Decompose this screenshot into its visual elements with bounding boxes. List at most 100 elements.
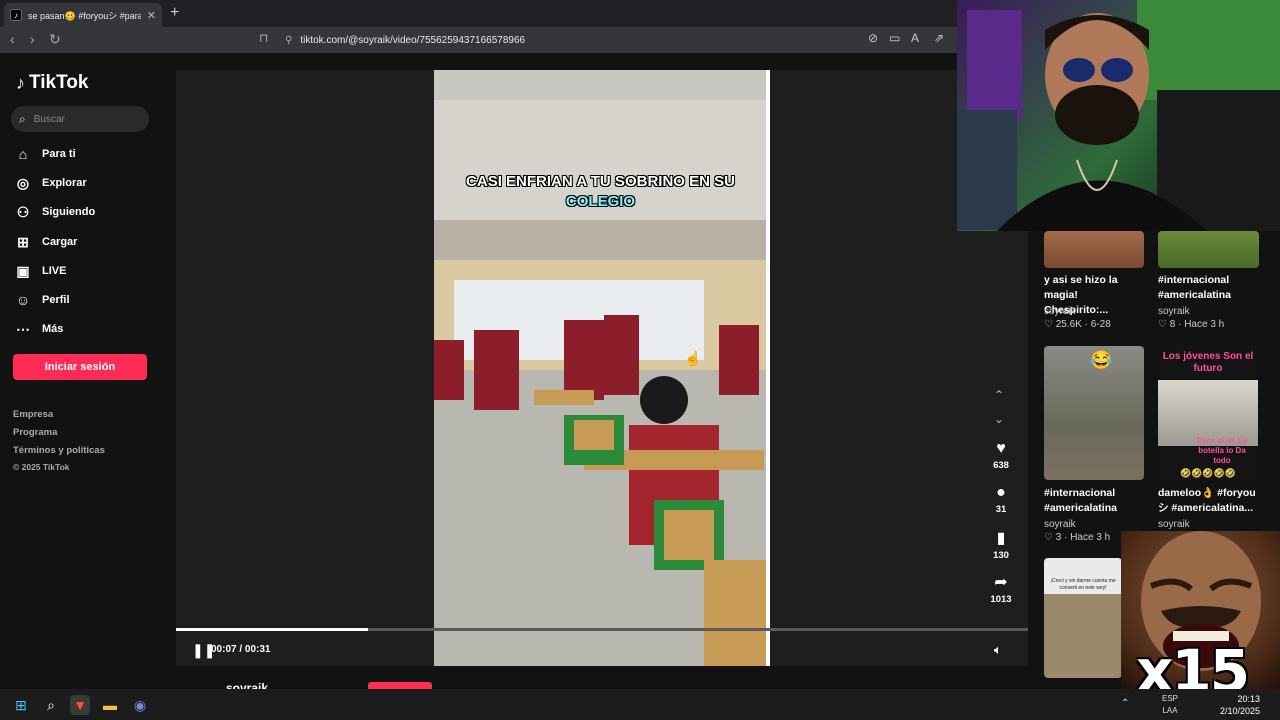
upload-icon: ⊞ (17, 233, 29, 250)
save-count: 130 (993, 550, 1009, 561)
compass-icon: ◎ (16, 174, 30, 191)
card-user[interactable]: soyraik (1044, 306, 1076, 317)
share-count: 1013 (990, 594, 1012, 605)
video-caption: CASI ENFRIAN A TU SOBRINO EN SU COLEGIO (434, 172, 767, 212)
show-hidden-icons-icon[interactable]: ⌃ (1121, 698, 1129, 709)
card-likes: 25.6K (1055, 319, 1082, 330)
nav-label: Más (42, 323, 64, 335)
file-explorer-icon[interactable]: ▬ (100, 695, 120, 715)
nav-siguiendo[interactable]: ⚇ Siguiendo (14, 203, 95, 221)
reload-icon[interactable]: ↻ (49, 31, 61, 48)
translate-icon[interactable]: A (911, 31, 919, 45)
caption-line-2: COLEGIO (565, 193, 636, 210)
comment-count: 31 (995, 504, 1007, 515)
clock-time: 20:13 (1237, 694, 1261, 704)
close-tab-icon[interactable]: ✕ (147, 9, 156, 22)
card-user[interactable]: soyraik (1158, 306, 1190, 317)
card-date: Hace 3 h (1184, 319, 1225, 330)
share-page-icon[interactable]: ⇗ (934, 31, 944, 45)
card-title[interactable]: dameloo👌 #foryou シ #americalatina... (1158, 486, 1258, 516)
streamer-webcam (957, 0, 1280, 231)
following-icon: ⚇ (16, 203, 30, 220)
taskbar-clock[interactable]: 20:13 2/10/2025 (1220, 693, 1260, 717)
tiktok-logo-text: TikTok (29, 72, 89, 93)
cast-icon[interactable]: ▭ (889, 31, 900, 45)
video-frame[interactable] (434, 70, 767, 666)
webcam-overlay (957, 0, 1280, 231)
live-icon: ▣ (16, 262, 30, 279)
nav-cargar[interactable]: ⊞ Cargar (14, 233, 77, 251)
site-info-icon[interactable]: ⚲ (285, 35, 292, 46)
footer-link-empresa[interactable]: Empresa (13, 409, 53, 420)
input-language-indicator[interactable]: ESP LAA (1162, 693, 1178, 717)
card-date: 6-28 (1090, 319, 1111, 330)
brave-browser-icon[interactable]: ▼ (70, 695, 90, 715)
language-code: ESP (1162, 694, 1179, 703)
classroom-scene (434, 70, 767, 666)
thumbnail-subcaption: Pero el de La botella lo Da todo (1197, 436, 1247, 465)
comment-icon: ● (996, 484, 1006, 501)
save-action[interactable]: ▮ 130 (986, 528, 1016, 561)
nav-label: Perfil (42, 294, 70, 306)
share-action[interactable]: ➦ 1013 (986, 572, 1016, 605)
video-thumbnail[interactable] (1044, 231, 1144, 268)
url-field[interactable]: ⚲ tiktok.com/@soyraik/video/755625943716… (255, 30, 955, 50)
card-title[interactable]: #internacional #americalatina (1158, 273, 1258, 303)
nav-label: Para ti (42, 148, 76, 160)
card-title[interactable]: #internacional #americalatina (1044, 486, 1144, 516)
nav-para-ti[interactable]: ⌂ Para ti (14, 145, 76, 163)
windows-start-icon[interactable]: ⊞ (11, 695, 31, 715)
nav-label: Siguiendo (42, 206, 96, 218)
footer-link-terminos[interactable]: Términos y políticas (13, 445, 105, 456)
clock-date: 2/10/2025 (1220, 706, 1261, 716)
footer-link-programa[interactable]: Programa (13, 427, 57, 438)
nav-mas[interactable]: ⋯ Más (14, 320, 63, 338)
nav-label: Explorar (42, 177, 87, 189)
like-action[interactable]: ♥ 638 (986, 440, 1016, 471)
card-user[interactable]: soyraik (1158, 519, 1190, 530)
volume-icon[interactable]: 🔈︎ (994, 642, 1002, 658)
heart-outline-icon: ♡ (1158, 319, 1167, 330)
nav-perfil[interactable]: ☺ Perfil (14, 291, 70, 309)
chevron-up-icon[interactable]: ⌃ (994, 388, 1004, 402)
taskbar-search-icon[interactable]: ⌕ (41, 695, 61, 715)
browser-tab[interactable]: ♪ se pasan🥴 #foryouシ #parati ✕ (4, 3, 162, 27)
tracking-off-icon[interactable]: ⊘ (868, 31, 878, 45)
tab-title: se pasan🥴 #foryouシ #parati (28, 10, 141, 21)
card-likes: 8 (1169, 319, 1176, 330)
login-button[interactable]: Iniciar sesión (13, 354, 147, 380)
card-user[interactable]: soyraik (1044, 519, 1076, 530)
copyright-text: © 2025 TikTok (13, 462, 70, 472)
discord-icon[interactable]: ◉ (130, 695, 150, 715)
video-thumbnail[interactable] (1158, 231, 1259, 268)
chevron-down-icon[interactable]: ⌄ (994, 412, 1004, 426)
card-meta: ♡ 8 · Hace 3 h (1158, 319, 1225, 330)
share-icon: ➦ (994, 574, 1008, 591)
heart-icon: ♥ (996, 440, 1006, 457)
card-meta: ♡ 25.6K · 6-28 (1044, 319, 1111, 330)
thumbnail-caption: Los jóvenes Son el futuro (1162, 351, 1254, 374)
video-edge (766, 70, 770, 666)
nav-live[interactable]: ▣ LIVE (14, 262, 66, 280)
back-icon[interactable]: ‹ (10, 31, 15, 47)
video-thumbnail[interactable]: ¡Creci y sin darme cuenta me converti en… (1044, 558, 1122, 678)
search-input[interactable]: ⌕ Buscar (11, 106, 149, 132)
tiktok-favicon-icon: ♪ (10, 9, 22, 21)
home-icon: ⌂ (18, 146, 28, 162)
more-icon: ⋯ (16, 320, 30, 337)
new-tab-button[interactable]: + (170, 4, 179, 22)
tiktok-logo[interactable]: ♪ TikTok (16, 72, 88, 94)
search-icon: ⌕ (19, 111, 26, 126)
forward-icon[interactable]: › (30, 31, 35, 47)
tiktok-logo-icon: ♪ (16, 72, 25, 93)
video-thumbnail[interactable]: 😂 (1044, 346, 1144, 480)
playback-time: 00:07 / 00:31 (211, 644, 271, 655)
heart-outline-icon: ♡ (1044, 532, 1053, 543)
nav-explorar[interactable]: ◎ Explorar (14, 174, 87, 192)
video-thumbnail[interactable]: Los jóvenes Son el futuro Pero el de La … (1158, 346, 1258, 480)
windows-taskbar (0, 689, 1280, 720)
bookmark-save-icon: ▮ (996, 530, 1006, 547)
search-placeholder: Buscar (33, 113, 65, 125)
nav-label: LIVE (42, 265, 67, 277)
comment-action[interactable]: ● 31 (986, 484, 1016, 515)
